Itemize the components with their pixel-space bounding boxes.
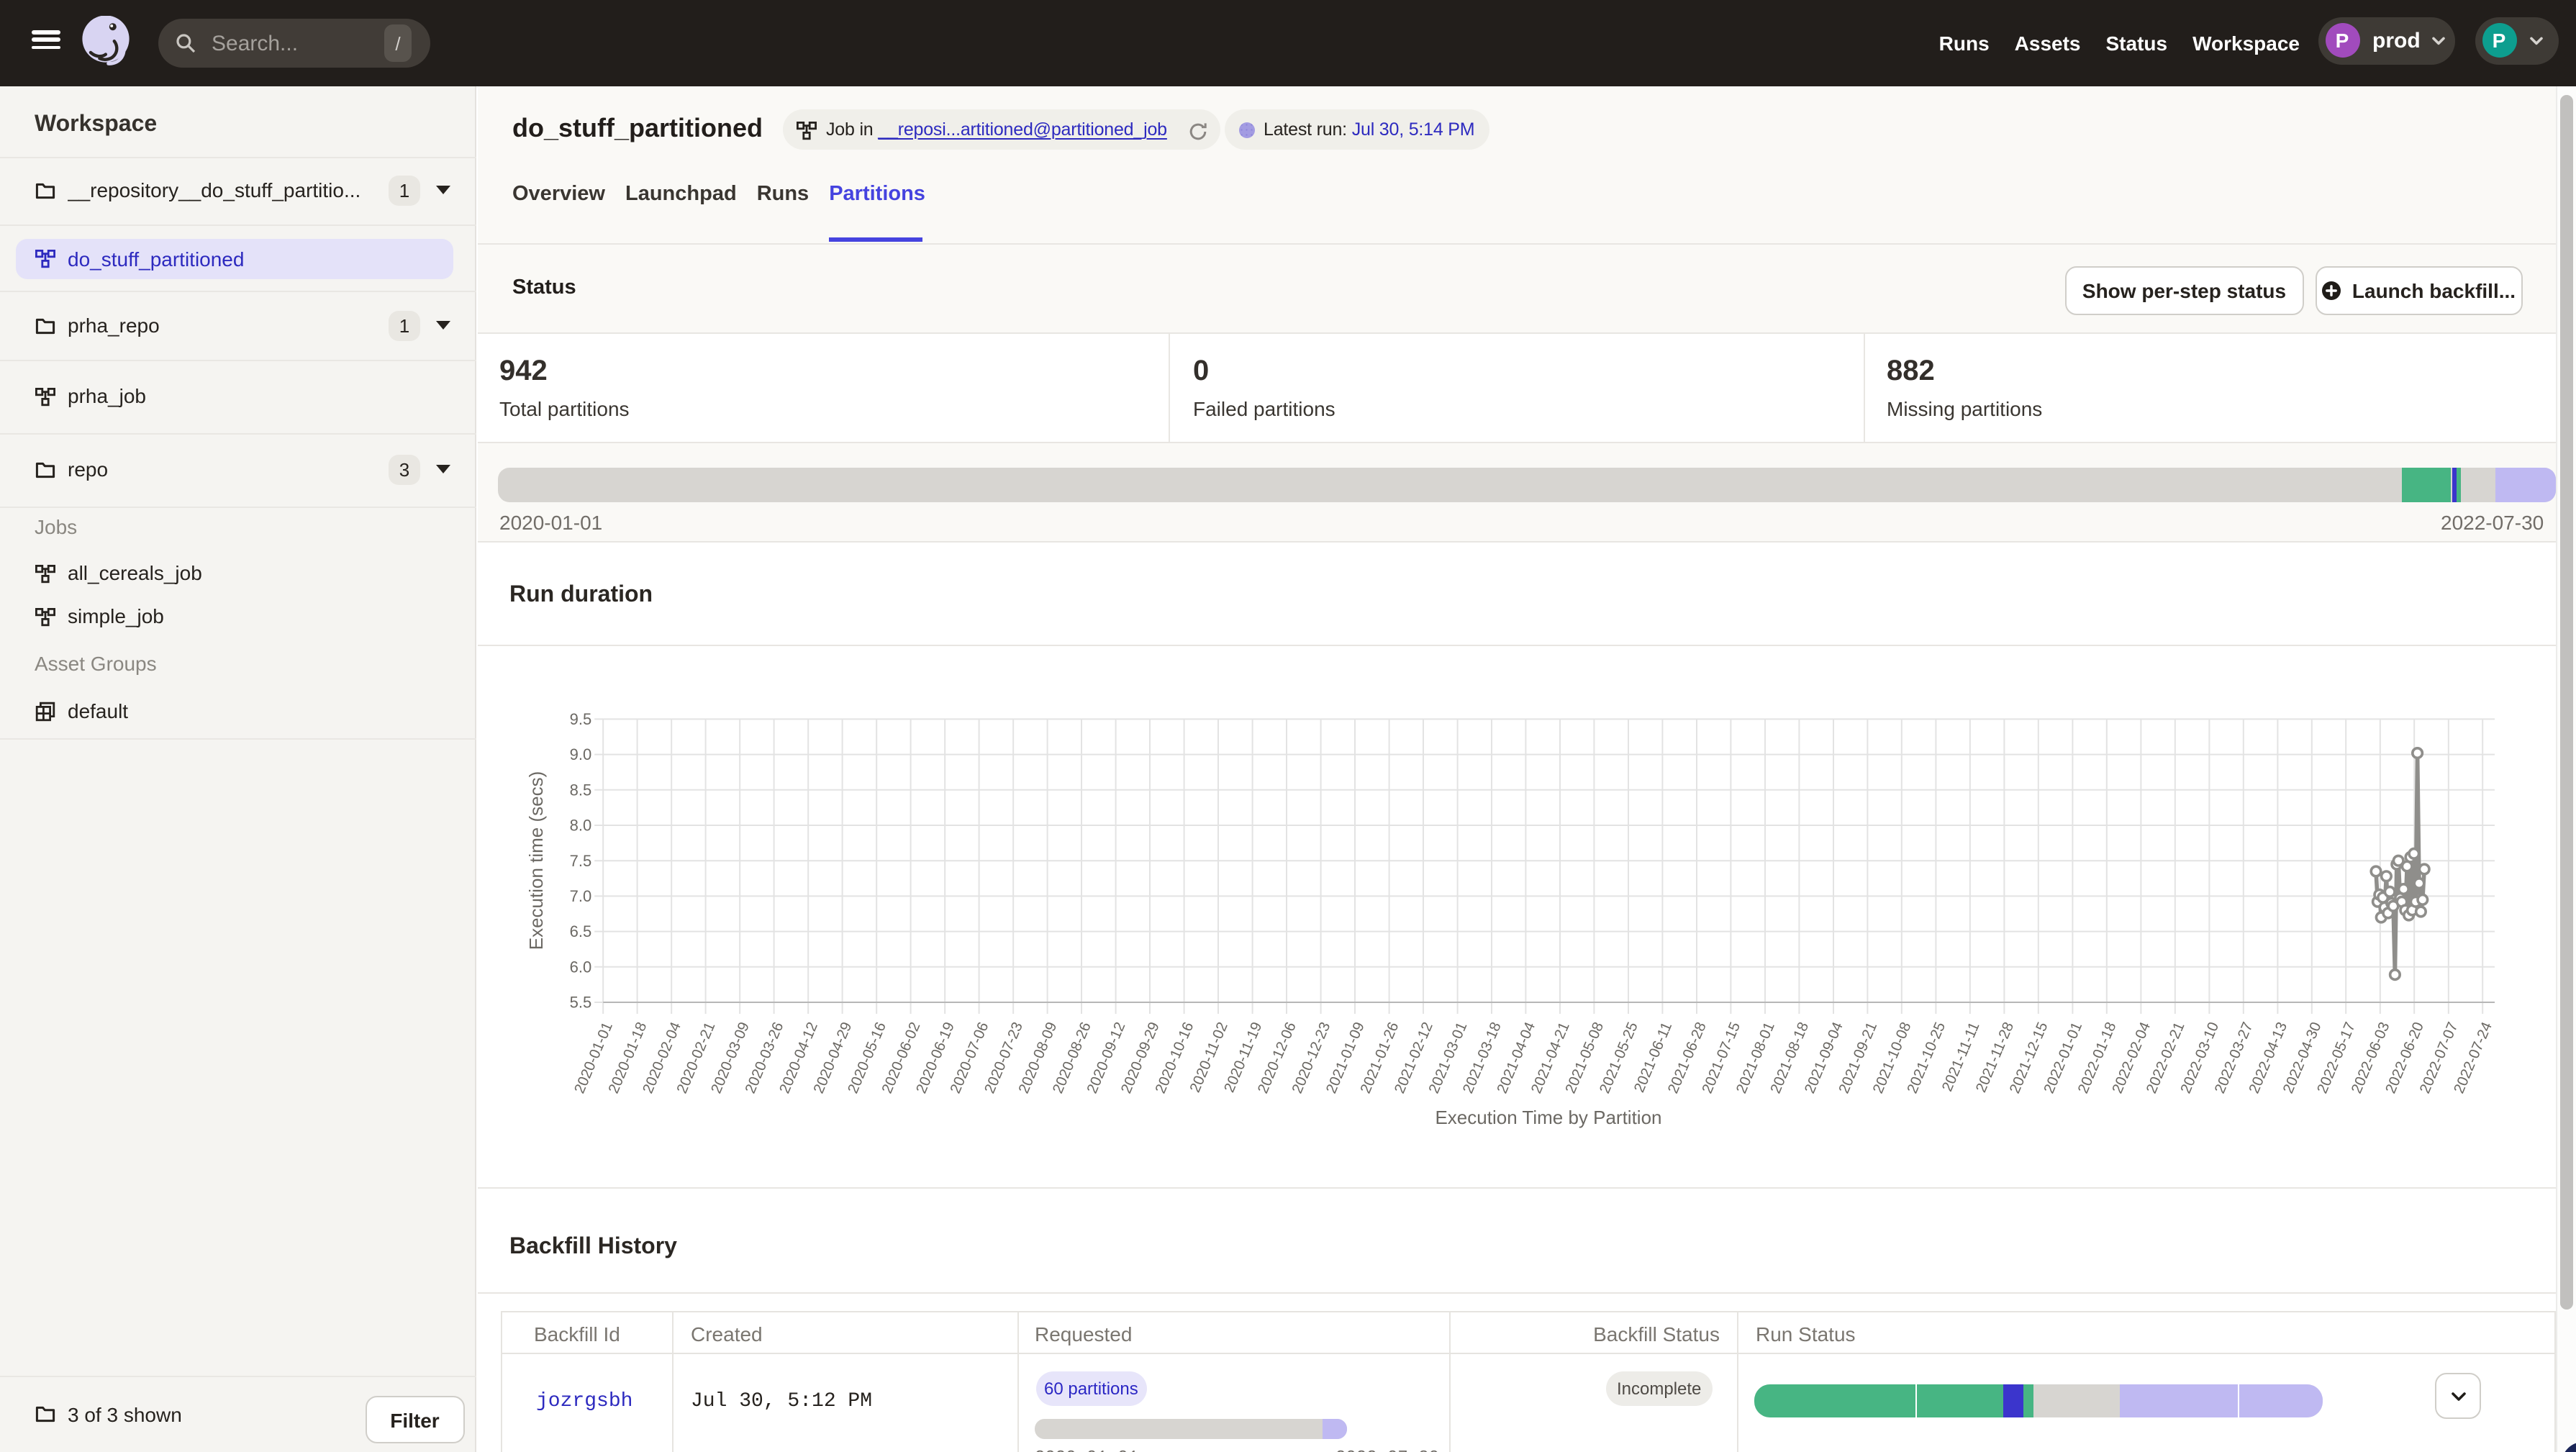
svg-text:9.0: 9.0 (570, 745, 592, 763)
svg-text:6.5: 6.5 (570, 922, 592, 940)
svg-text:7.5: 7.5 (570, 851, 592, 869)
svg-text:9.5: 9.5 (570, 709, 592, 727)
svg-text:8.5: 8.5 (570, 780, 592, 798)
svg-text:Execution time (secs): Execution time (secs) (525, 771, 547, 950)
svg-text:6.0: 6.0 (570, 957, 592, 975)
svg-text:Execution Time by Partition: Execution Time by Partition (1435, 1106, 1661, 1127)
svg-text:8.0: 8.0 (570, 816, 592, 834)
svg-text:5.5: 5.5 (570, 993, 592, 1011)
svg-text:7.0: 7.0 (570, 886, 592, 904)
